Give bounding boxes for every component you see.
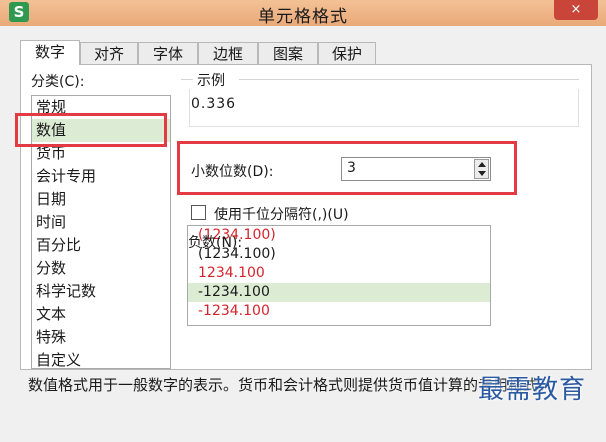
category-item-custom[interactable]: 自定义: [32, 349, 170, 368]
watermark-logo: 最需教育: [478, 375, 587, 405]
category-item-accounting[interactable]: 会计专用: [32, 165, 170, 188]
highlight-box-category: [15, 113, 167, 147]
category-item-text[interactable]: 文本: [32, 303, 170, 326]
sample-label: 示例: [197, 73, 225, 89]
thousands-separator-label[interactable]: 使用千位分隔符(,)(U): [214, 204, 349, 224]
tab-font[interactable]: 字体: [138, 42, 198, 64]
tab-border[interactable]: 边框: [198, 42, 258, 64]
sample-group-line-right: [239, 79, 579, 80]
negative-format-item[interactable]: 1234.100: [188, 264, 490, 283]
category-item-time[interactable]: 时间: [32, 211, 170, 234]
sample-value: 0.336: [191, 96, 237, 112]
dialog-title: 单元格格式: [258, 7, 348, 27]
negative-format-item-selected[interactable]: -1234.100: [188, 283, 490, 302]
close-button[interactable]: ×: [554, 0, 598, 20]
category-item-date[interactable]: 日期: [32, 188, 170, 211]
tab-number[interactable]: 数字: [20, 40, 80, 65]
title-bar: S 单元格格式 ×: [0, 0, 606, 27]
thousands-separator-checkbox[interactable]: [191, 205, 206, 220]
category-item-scientific[interactable]: 科学记数: [32, 280, 170, 303]
negative-format-item[interactable]: -1234.100: [188, 302, 490, 321]
tab-alignment[interactable]: 对齐: [80, 42, 138, 64]
category-label: 分类(C):: [31, 74, 85, 90]
category-item-fraction[interactable]: 分数: [32, 257, 170, 280]
category-item-percentage[interactable]: 百分比: [32, 234, 170, 257]
tab-patterns[interactable]: 图案: [258, 42, 318, 64]
highlight-box-decimals: [177, 141, 517, 195]
sample-group-line-left: [181, 79, 193, 80]
negative-numbers-label: 负数(N):: [188, 235, 243, 251]
number-tab-panel: 分类(C): 常规 数值 货币 会计专用 日期 时间 百分比 分数 科学记数 文…: [15, 64, 592, 370]
category-item-special[interactable]: 特殊: [32, 326, 170, 349]
sample-frame: [189, 89, 579, 127]
tab-protection[interactable]: 保护: [318, 42, 376, 64]
